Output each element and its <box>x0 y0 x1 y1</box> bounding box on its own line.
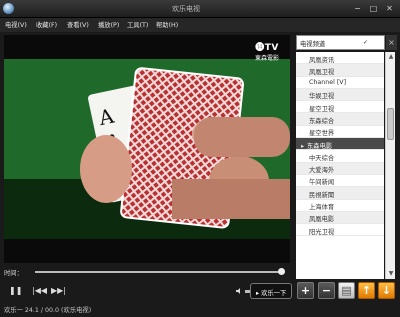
add-channel-button[interactable]: + <box>297 282 314 299</box>
channel-label: 大爱海外 <box>309 167 335 175</box>
channel-item[interactable]: 东森综合 <box>296 113 384 126</box>
channel-label: 中天综合 <box>309 154 335 162</box>
channel-label: 星空世界 <box>309 130 335 138</box>
channel-item[interactable]: 华娱卫视 <box>296 88 384 102</box>
channel-label: 星空卫视 <box>309 105 335 113</box>
previous-icon[interactable]: |◀◀ <box>32 287 47 295</box>
video-display[interactable]: A ♣ ⓮TV 東森電影 <box>4 35 290 263</box>
channel-label: 凤凰电影 <box>309 216 335 224</box>
menu-bar: 电视(V) 收藏(F) 查看(V) 播放(P) 工具(T) 帮助(H) <box>0 18 400 32</box>
channel-item[interactable]: 上海体育 <box>296 200 384 212</box>
channel-item[interactable]: Channel [V] <box>296 77 384 89</box>
status-button[interactable]: ▸ 欢乐一下 <box>250 283 292 299</box>
channel-label: 凤凰卫视 <box>309 68 335 76</box>
seek-thumb[interactable] <box>278 268 285 275</box>
menu-view[interactable]: 查看(V) <box>67 20 89 29</box>
channel-label: Channel [V] <box>309 79 347 87</box>
video-frame-image: A ♣ <box>4 59 290 239</box>
channel-list-scrollbar[interactable]: ▲ ▼ <box>385 52 395 279</box>
channel-label: 东森综合 <box>309 117 335 125</box>
channel-item[interactable]: 午间新闻 <box>296 175 384 188</box>
seek-bar[interactable] <box>35 271 285 273</box>
channel-item[interactable]: 星空卫视 <box>296 101 384 114</box>
remove-channel-button[interactable]: − <box>318 282 335 299</box>
volume-icon[interactable] <box>235 287 243 295</box>
channel-item[interactable]: 阳光卫视 <box>296 224 384 237</box>
channel-list[interactable]: 凤凰资讯凤凰卫视 Channel [V] 华娱卫视星空卫视东森综合星空世界 ▸ 东森电影… <box>296 52 384 279</box>
minimize-button[interactable]: − <box>351 3 364 15</box>
panel-close-icon[interactable]: × <box>386 35 397 50</box>
channel-item[interactable]: 民視新聞 <box>296 187 384 200</box>
channel-label: 阳光卫视 <box>309 228 335 236</box>
channel-logo-bottom: 東森電影 <box>254 55 279 62</box>
menu-play[interactable]: 播放(P) <box>98 20 119 29</box>
channel-item[interactable]: 凤凰资讯 <box>296 52 384 65</box>
channel-label: 华娱卫视 <box>309 93 335 101</box>
move-down-button[interactable]: ↓ <box>378 282 395 299</box>
channel-logo-top: ⓮TV <box>255 43 279 53</box>
seek-progress <box>35 271 280 273</box>
scroll-down-icon[interactable]: ▼ <box>387 270 395 278</box>
scroll-up-icon[interactable]: ▲ <box>387 53 395 61</box>
channel-label: 凤凰资讯 <box>309 56 335 64</box>
channel-label: 上海体育 <box>309 204 335 212</box>
channel-group-select[interactable]: 电视频道 ✓ <box>296 35 385 50</box>
window-controls: − □ ✕ <box>351 3 396 15</box>
channel-group-header[interactable]: ▸ 东森电影 <box>296 138 384 151</box>
move-up-button[interactable]: ↑ <box>358 282 375 299</box>
pause-icon[interactable]: ❚❚ <box>9 287 22 295</box>
menu-tools[interactable]: 工具(T) <box>127 20 148 29</box>
menu-tv[interactable]: 电视(V) <box>5 20 27 29</box>
channel-label: 东森电影 <box>307 142 333 150</box>
menu-help[interactable]: 帮助(H) <box>156 20 178 29</box>
channel-label: 午间新闻 <box>309 179 335 187</box>
window-title: 欢乐电视 <box>172 5 200 13</box>
dropdown-icon: ✓ <box>363 39 369 46</box>
menu-favorites[interactable]: 收藏(F) <box>36 20 57 29</box>
seek-label: 时间： <box>4 270 23 277</box>
channel-item[interactable]: 凤凰电影 <box>296 211 384 225</box>
channel-item[interactable]: 星空世界 <box>296 126 384 139</box>
channel-item[interactable]: 中天综合 <box>296 150 384 163</box>
app-logo[interactable] <box>3 3 14 14</box>
maximize-button[interactable]: □ <box>367 3 380 15</box>
close-button[interactable]: ✕ <box>383 3 396 15</box>
next-icon[interactable]: ▶▶| <box>51 287 66 295</box>
edit-list-button[interactable]: ▤ <box>338 282 355 299</box>
channel-logo: ⓮TV 東森電影 <box>250 40 284 62</box>
channel-label: 民視新聞 <box>309 191 335 199</box>
channel-item[interactable]: 大爱海外 <box>296 162 384 175</box>
scroll-thumb[interactable] <box>387 108 394 140</box>
channel-group-label: 电视频道 <box>300 41 326 48</box>
channel-item[interactable]: 凤凰卫视 <box>296 64 384 77</box>
status-text: 欢乐一 24.1 / 00.0 (欢乐电视) <box>4 307 92 314</box>
title-bar: 欢乐电视 − □ ✕ <box>0 0 400 18</box>
